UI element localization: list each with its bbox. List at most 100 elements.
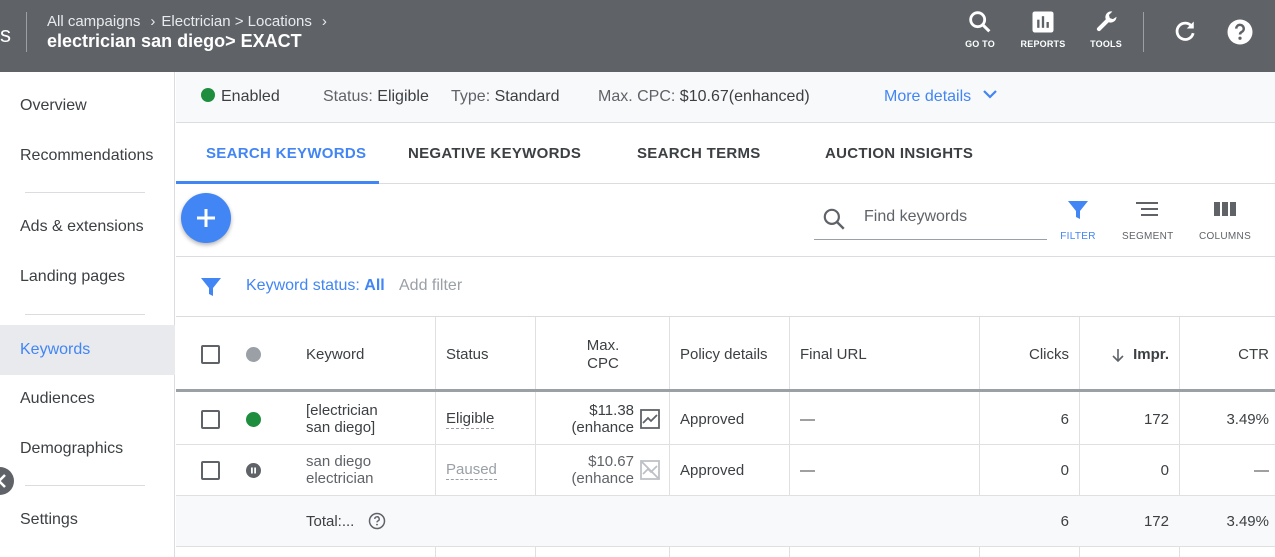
total-ctr: 3.49%: [1226, 512, 1269, 530]
max-cpc-text: $11.38 (enhance: [571, 402, 634, 436]
sidebar-item-keywords[interactable]: Keywords: [0, 325, 175, 375]
help-button[interactable]: [1225, 16, 1255, 53]
header-impr[interactable]: Impr.: [1079, 317, 1169, 392]
row-checkbox[interactable]: [201, 409, 220, 429]
tools-label: TOOLS: [1090, 39, 1122, 49]
sidebar-item-demographics[interactable]: Demographics: [0, 424, 175, 474]
enabled-dot-icon[interactable]: [246, 411, 261, 427]
tab-negative-keywords[interactable]: NEGATIVE KEYWORDS: [408, 145, 581, 162]
header-keyword[interactable]: Keyword: [306, 317, 364, 392]
chevron-right-icon: ›: [321, 13, 327, 30]
keyword-status-filter[interactable]: Keyword status: All: [246, 277, 385, 295]
enabled-dot-icon: [201, 88, 215, 102]
filter-icon: [201, 278, 221, 296]
header-ctr[interactable]: CTR: [1179, 317, 1269, 392]
goto-button[interactable]: GO TO: [950, 8, 1010, 49]
header-divider: [1143, 12, 1144, 52]
sidebar-item-ads-extensions[interactable]: Ads & extensions: [0, 202, 175, 252]
arrow-down-icon: [1112, 348, 1124, 362]
filter-label: FILTER: [1060, 231, 1096, 242]
status-text: Paused: [446, 460, 497, 480]
ctr-cell: 3.49%: [1226, 410, 1269, 428]
keyword-search-box[interactable]: [814, 200, 1047, 240]
app-header: s All campaigns › Electrician > Locations ›…: [0, 0, 1275, 72]
keyword-cell[interactable]: san diego electrician: [306, 445, 374, 495]
breadcrumb-all-campaigns[interactable]: All campaigns: [47, 13, 140, 30]
tab-auction-insights[interactable]: AUCTION INSIGHTS: [825, 145, 973, 162]
reports-button[interactable]: REPORTS: [1013, 8, 1073, 49]
status-cell[interactable]: Paused: [446, 445, 497, 495]
sidebar-divider: [25, 314, 145, 315]
header-divider: [26, 12, 27, 52]
add-filter-button[interactable]: Add filter: [399, 277, 462, 295]
type-value: Standard: [494, 88, 560, 105]
row-checkbox[interactable]: [201, 460, 220, 480]
tab-search-keywords[interactable]: SEARCH KEYWORDS: [206, 145, 366, 162]
max-cpc-text: $10.67 (enhance: [571, 453, 634, 487]
total-row: Total:... 6 172 3.49%: [176, 496, 1275, 547]
tab-search-terms[interactable]: SEARCH TERMS: [637, 145, 761, 162]
max-cpc-value: $11.38: [589, 402, 634, 419]
collapse-sidebar-button[interactable]: [0, 467, 14, 495]
bid-chart-disabled-icon[interactable]: [639, 459, 661, 481]
tools-button[interactable]: TOOLS: [1076, 8, 1136, 49]
select-all-checkbox[interactable]: [201, 345, 220, 364]
header-policy-details[interactable]: Policy details: [680, 317, 768, 392]
table-row[interactable]: san diego electrician Paused $10.67 (enh…: [176, 445, 1275, 496]
segment-button[interactable]: SEGMENT: [1122, 198, 1174, 242]
paused-icon[interactable]: [246, 462, 261, 478]
bid-chart-icon[interactable]: [639, 408, 661, 430]
row-checkbox-cell: [201, 394, 220, 444]
more-details-button[interactable]: More details: [884, 88, 1000, 106]
columns-label: COLUMNS: [1198, 231, 1252, 242]
keyword-cell[interactable]: [electrician san diego]: [306, 394, 378, 444]
sidebar-item-overview[interactable]: Overview: [0, 81, 175, 131]
row-status-cell: [246, 445, 261, 495]
keyword-text-line2: san diego]: [306, 419, 376, 436]
policy-cell: Approved: [680, 461, 745, 479]
policy-cell: Approved: [680, 410, 745, 428]
status-value: Eligible: [377, 88, 429, 105]
status-dot-icon[interactable]: [246, 347, 261, 362]
status-cell[interactable]: Eligible: [446, 394, 495, 444]
breadcrumb-campaign[interactable]: Electrician > Locations: [161, 13, 312, 30]
header-status[interactable]: Status: [446, 317, 489, 392]
active-tab-indicator: [176, 181, 379, 184]
max-cpc-strategy: (enhance: [571, 419, 634, 436]
enabled-status[interactable]: Enabled: [201, 88, 280, 106]
header-final-url[interactable]: Final URL: [800, 317, 867, 392]
filter-row: Keyword status: All Add filter: [176, 256, 1275, 317]
sidebar-divider: [25, 192, 145, 193]
maxcpc-label: Max. CPC:: [598, 88, 676, 105]
add-keyword-button[interactable]: [181, 193, 231, 243]
total-impr: 172: [1143, 512, 1169, 530]
sidebar-item-audiences[interactable]: Audiences: [0, 374, 175, 424]
header-max-cpc[interactable]: Max. CPC: [536, 317, 670, 392]
row-checkbox-cell: [201, 445, 220, 495]
total-label: Total:...: [306, 512, 355, 530]
search-input[interactable]: [864, 208, 1044, 226]
columns-button[interactable]: COLUMNS: [1198, 198, 1252, 242]
filter-value: All: [364, 277, 385, 294]
segment-label: SEGMENT: [1122, 231, 1174, 242]
page-title[interactable]: electrician san diego> EXACT: [47, 31, 302, 52]
sidebar-divider: [25, 485, 145, 486]
max-cpc-cell[interactable]: $10.67 (enhance: [546, 445, 661, 495]
app-logo[interactable]: s: [0, 22, 11, 48]
search-icon: [823, 208, 845, 230]
help-circle-icon[interactable]: [368, 512, 386, 530]
header-clicks[interactable]: Clicks: [979, 317, 1069, 392]
chevron-left-icon: [0, 474, 6, 488]
sidebar-item-landing-pages[interactable]: Landing pages: [0, 252, 175, 302]
max-cpc-value: $10.67: [588, 453, 634, 470]
table-row[interactable]: [electrician san diego] Eligible $11.38 …: [176, 394, 1275, 445]
filter-button[interactable]: FILTER: [1058, 198, 1098, 242]
max-cpc-cell[interactable]: $11.38 (enhance: [546, 394, 661, 444]
total-label-cell: Total:...: [306, 496, 386, 546]
sidebar-item-recommendations[interactable]: Recommendations: [0, 131, 175, 181]
sidebar: Overview Recommendations Ads & extension…: [0, 72, 175, 557]
row-status-cell: [246, 394, 261, 444]
status-text: Eligible: [446, 409, 495, 429]
sidebar-item-settings[interactable]: Settings: [0, 495, 175, 545]
refresh-button[interactable]: [1171, 16, 1199, 53]
